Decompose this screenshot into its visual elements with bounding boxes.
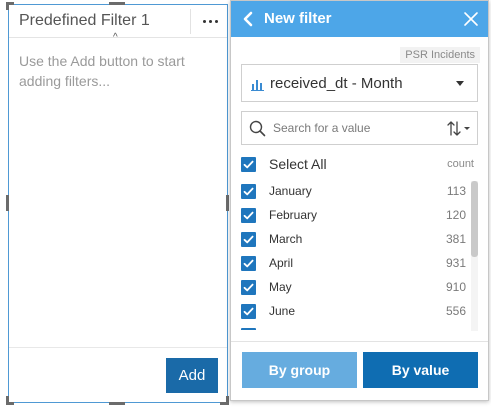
widget-header: Predefined Filter 1: [9, 5, 227, 38]
checkmark-icon: [243, 235, 254, 244]
item-checkbox[interactable]: [241, 232, 256, 247]
header-divider: [190, 9, 191, 34]
list-item-label: January: [269, 184, 312, 198]
add-button[interactable]: Add: [166, 358, 218, 393]
panel-footer-divider: [231, 341, 488, 342]
item-checkbox[interactable]: [241, 304, 256, 319]
list-item-label: March: [269, 232, 303, 246]
list-item-count: 113: [446, 184, 466, 198]
item-checkbox[interactable]: [241, 280, 256, 295]
checkmark-icon: [243, 160, 254, 169]
list-item-count: 120: [445, 208, 466, 222]
count-column-header: count: [447, 158, 474, 170]
checkmark-icon: [243, 211, 254, 220]
search-icon: [249, 120, 266, 137]
search-input[interactable]: [273, 117, 433, 139]
widget-help-text: Use the Add button to start adding filte…: [19, 53, 185, 89]
resize-handle-bottom-left[interactable]: [6, 396, 9, 404]
by-group-button[interactable]: By group: [242, 352, 357, 388]
more-options-icon: [214, 19, 218, 23]
close-icon[interactable]: [463, 11, 479, 27]
dataset-label: PSR Incidents: [400, 47, 480, 63]
search-box: [241, 111, 478, 145]
list-item-label: April: [269, 256, 294, 270]
more-options-button[interactable]: [197, 9, 223, 33]
select-all-label: Select All: [269, 156, 327, 172]
list-item-label: May: [269, 280, 292, 294]
item-checkbox[interactable]: [241, 208, 256, 223]
widget-title: Predefined Filter 1: [19, 12, 150, 29]
checkmark-icon: [243, 307, 254, 316]
list-item-count: 381: [445, 232, 466, 246]
checkmark-icon: [243, 283, 254, 292]
item-checkbox[interactable]: [241, 328, 256, 330]
list-item[interactable]: February 120: [231, 203, 488, 227]
chevron-up-icon[interactable]: ^: [113, 33, 118, 43]
list-item-count: 931: [445, 256, 466, 270]
list-item[interactable]: January 113: [231, 179, 488, 203]
field-select[interactable]: received_dt - Month: [241, 64, 478, 102]
more-options-icon: [202, 19, 206, 23]
resize-handle-top[interactable]: [109, 2, 125, 5]
filter-widget: Predefined Filter 1 ^ Use the Add button…: [8, 4, 228, 403]
panel-title: New filter: [264, 10, 332, 27]
chevron-left-icon[interactable]: [239, 10, 257, 28]
new-filter-panel: New filter PSR Incidents received_dt - M…: [230, 0, 489, 401]
select-all-checkbox[interactable]: [241, 157, 256, 172]
bar-chart-icon: [251, 80, 264, 91]
resize-handle-bottom-right[interactable]: [226, 396, 229, 404]
list-item[interactable]: June 556: [231, 299, 488, 323]
panel-header: New filter: [231, 1, 488, 37]
item-checkbox[interactable]: [241, 256, 256, 271]
list-item[interactable]: March 381: [231, 227, 488, 251]
checkmark-icon: [243, 259, 254, 268]
widget-footer-divider: [9, 347, 227, 348]
sort-icon[interactable]: [446, 119, 472, 138]
field-select-value: received_dt - Month: [270, 75, 403, 92]
list-item-label: June: [269, 304, 296, 318]
by-value-button[interactable]: By value: [363, 352, 478, 388]
resize-handle-left[interactable]: [6, 195, 9, 211]
list-item-count: 556: [445, 304, 466, 318]
list-item[interactable]: May 910: [231, 275, 488, 299]
value-list: January 113 February 120 March 381 April…: [231, 177, 488, 330]
list-item[interactable]: April 931: [231, 251, 488, 275]
resize-handle-right[interactable]: [226, 195, 229, 211]
checkmark-icon: [243, 187, 254, 196]
resize-handle-top-left[interactable]: [6, 2, 9, 10]
list-item-label: February: [269, 208, 318, 222]
item-checkbox[interactable]: [241, 184, 256, 199]
list-item[interactable]: [231, 323, 488, 330]
scrollbar-thumb[interactable]: [471, 181, 478, 257]
caret-down-icon: [456, 81, 464, 86]
more-options-icon: [208, 19, 212, 23]
list-item-count: 910: [445, 280, 466, 294]
resize-handle-bottom[interactable]: [109, 402, 125, 405]
